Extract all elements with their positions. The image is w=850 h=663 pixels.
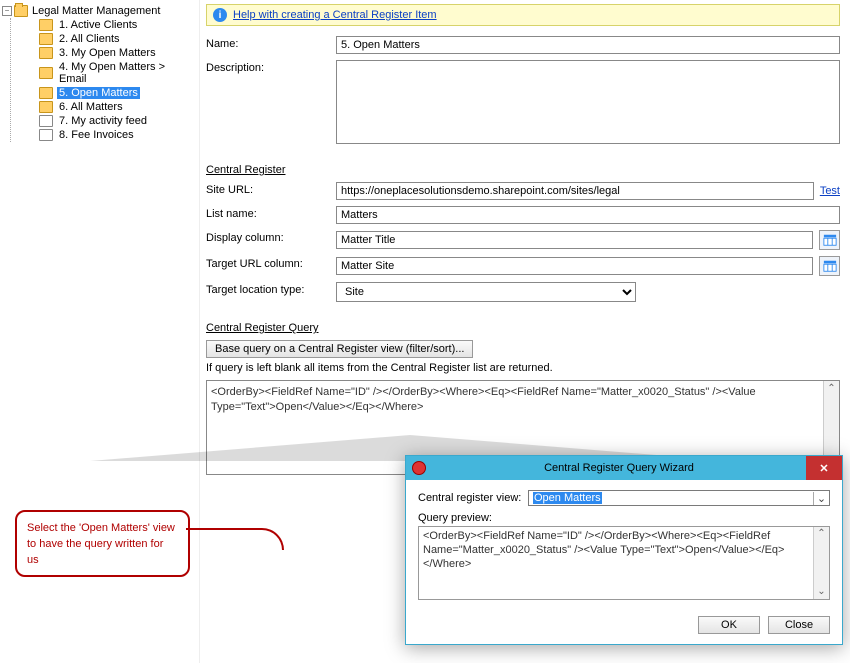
preview-label: Query preview: bbox=[418, 512, 830, 524]
query-preview[interactable]: <OrderBy><FieldRef Name="ID" /></OrderBy… bbox=[418, 526, 830, 600]
list-name-input[interactable] bbox=[336, 206, 840, 224]
invoice-icon bbox=[39, 129, 53, 141]
tree-item[interactable]: 3. My Open Matters bbox=[11, 46, 197, 60]
view-label: Central register view: bbox=[418, 490, 528, 504]
folder-icon bbox=[39, 87, 53, 99]
tree-item-selected[interactable]: 5. Open Matters bbox=[11, 86, 197, 100]
folder-icon bbox=[14, 5, 28, 17]
scrollbar[interactable] bbox=[813, 527, 829, 599]
tree-root-label: Legal Matter Management bbox=[32, 5, 160, 17]
folder-icon bbox=[39, 19, 53, 31]
close-button[interactable]: Close bbox=[768, 616, 830, 634]
folder-icon bbox=[39, 101, 53, 113]
list-name-label: List name: bbox=[206, 206, 336, 220]
query-hint: If query is left blank all items from th… bbox=[206, 362, 840, 374]
target-location-type-select[interactable]: Site bbox=[336, 282, 636, 302]
description-label: Description: bbox=[206, 60, 336, 74]
tree-item[interactable]: 8. Fee Invoices bbox=[11, 128, 197, 142]
close-icon[interactable]: ✕ bbox=[806, 456, 842, 480]
site-url-label: Site URL: bbox=[206, 182, 336, 196]
section-central-register: Central Register bbox=[206, 164, 840, 176]
section-query: Central Register Query bbox=[206, 322, 840, 334]
tree-item[interactable]: 4. My Open Matters > Email bbox=[11, 60, 197, 86]
collapse-icon[interactable]: − bbox=[2, 6, 12, 16]
tree-item[interactable]: 1. Active Clients bbox=[11, 18, 197, 32]
display-column-input[interactable] bbox=[336, 231, 813, 249]
target-location-type-label: Target location type: bbox=[206, 282, 336, 296]
description-input[interactable] bbox=[336, 60, 840, 144]
target-url-column-input[interactable] bbox=[336, 257, 813, 275]
tree-root[interactable]: − Legal Matter Management bbox=[2, 4, 197, 18]
help-link[interactable]: Help with creating a Central Register It… bbox=[233, 9, 437, 21]
folder-icon bbox=[39, 67, 53, 79]
tree-item[interactable]: 2. All Clients bbox=[11, 32, 197, 46]
display-column-label: Display column: bbox=[206, 230, 336, 244]
base-query-button[interactable]: Base query on a Central Register view (f… bbox=[206, 340, 473, 358]
site-url-input[interactable] bbox=[336, 182, 814, 200]
dialog-titlebar[interactable]: Central Register Query Wizard ✕ bbox=[406, 456, 842, 480]
help-banner: i Help with creating a Central Register … bbox=[206, 4, 840, 26]
view-select[interactable]: Open Matters ⌄ bbox=[528, 490, 830, 506]
tree-item[interactable]: 7. My activity feed bbox=[11, 114, 197, 128]
name-label: Name: bbox=[206, 36, 336, 50]
app-icon bbox=[412, 461, 426, 475]
activity-icon bbox=[39, 115, 53, 127]
column-picker-icon bbox=[823, 233, 837, 247]
annotation-callout: Select the 'Open Matters' view to have t… bbox=[15, 510, 190, 577]
query-wizard-dialog: Central Register Query Wizard ✕ Central … bbox=[405, 455, 843, 645]
name-input[interactable] bbox=[336, 36, 840, 54]
test-link[interactable]: Test bbox=[820, 185, 840, 197]
column-picker-button[interactable] bbox=[819, 256, 840, 276]
ok-button[interactable]: OK bbox=[698, 616, 760, 634]
column-picker-icon bbox=[823, 259, 837, 273]
folder-icon bbox=[39, 47, 53, 59]
info-icon: i bbox=[213, 8, 227, 22]
folder-icon bbox=[39, 33, 53, 45]
chevron-down-icon: ⌄ bbox=[813, 492, 829, 505]
column-picker-button[interactable] bbox=[819, 230, 840, 250]
tree-item[interactable]: 6. All Matters bbox=[11, 100, 197, 114]
target-url-column-label: Target URL column: bbox=[206, 256, 336, 270]
dialog-title: Central Register Query Wizard bbox=[432, 462, 806, 474]
